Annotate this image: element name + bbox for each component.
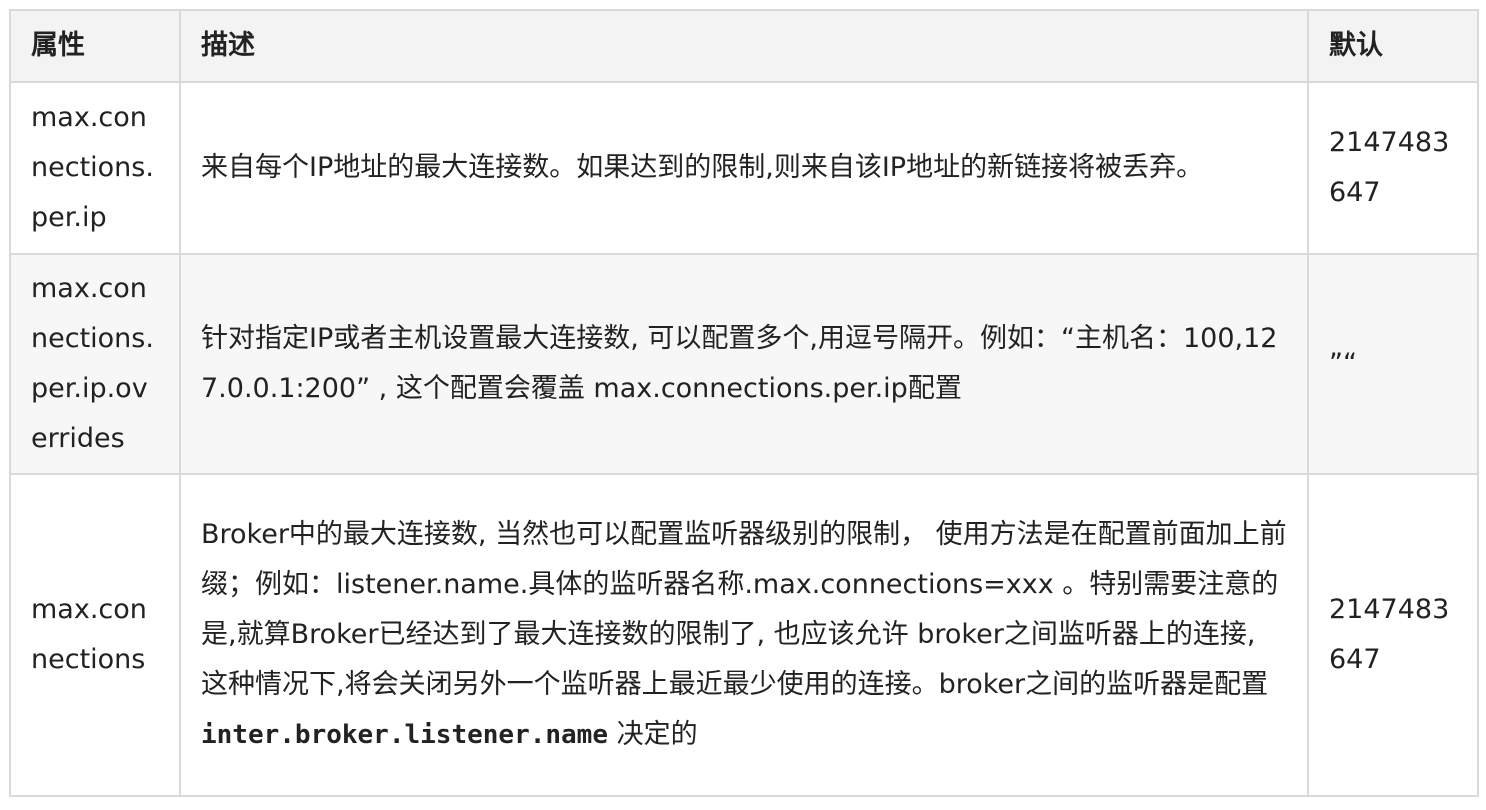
table-row: max.connections.per.ip.overrides 针对指定IP或… [9, 253, 1479, 475]
table-row: max.connections.per.ip 来自每个IP地址的最大连接数。如果… [9, 81, 1479, 255]
header-description: 描述 [179, 9, 1309, 83]
table-row: max.connections Broker中的最大连接数, 当然也可以配置监听… [9, 473, 1479, 797]
description-text: Broker中的最大连接数, 当然也可以配置监听器级别的限制， 使用方法是在配置… [201, 519, 1287, 700]
cell-description: Broker中的最大连接数, 当然也可以配置监听器级别的限制， 使用方法是在配置… [179, 473, 1309, 797]
cell-default: ”“ [1307, 253, 1479, 475]
header-default: 默认 [1307, 9, 1479, 83]
cell-description: 针对指定IP或者主机设置最大连接数, 可以配置多个,用逗号隔开。例如：“主机名：… [179, 253, 1309, 475]
cell-default: 2147483647 [1307, 81, 1479, 255]
cell-property: max.connections.per.ip [9, 81, 181, 255]
config-table-container: 属性 描述 默认 max.connections.per.ip 来自每个IP地址… [9, 9, 1479, 797]
header-property: 属性 [9, 9, 181, 83]
description-suffix: 决定的 [608, 719, 698, 750]
cell-default: 2147483647 [1307, 473, 1479, 797]
cell-description: 来自每个IP地址的最大连接数。如果达到的限制,则来自该IP地址的新链接将被丢弃。 [179, 81, 1309, 255]
config-table: 属性 描述 默认 max.connections.per.ip 来自每个IP地址… [9, 9, 1479, 797]
table-header-row: 属性 描述 默认 [9, 9, 1479, 83]
config-key-code: inter.broker.listener.name [201, 720, 608, 750]
cell-property: max.connections.per.ip.overrides [9, 253, 181, 475]
cell-property: max.connections [9, 473, 181, 797]
